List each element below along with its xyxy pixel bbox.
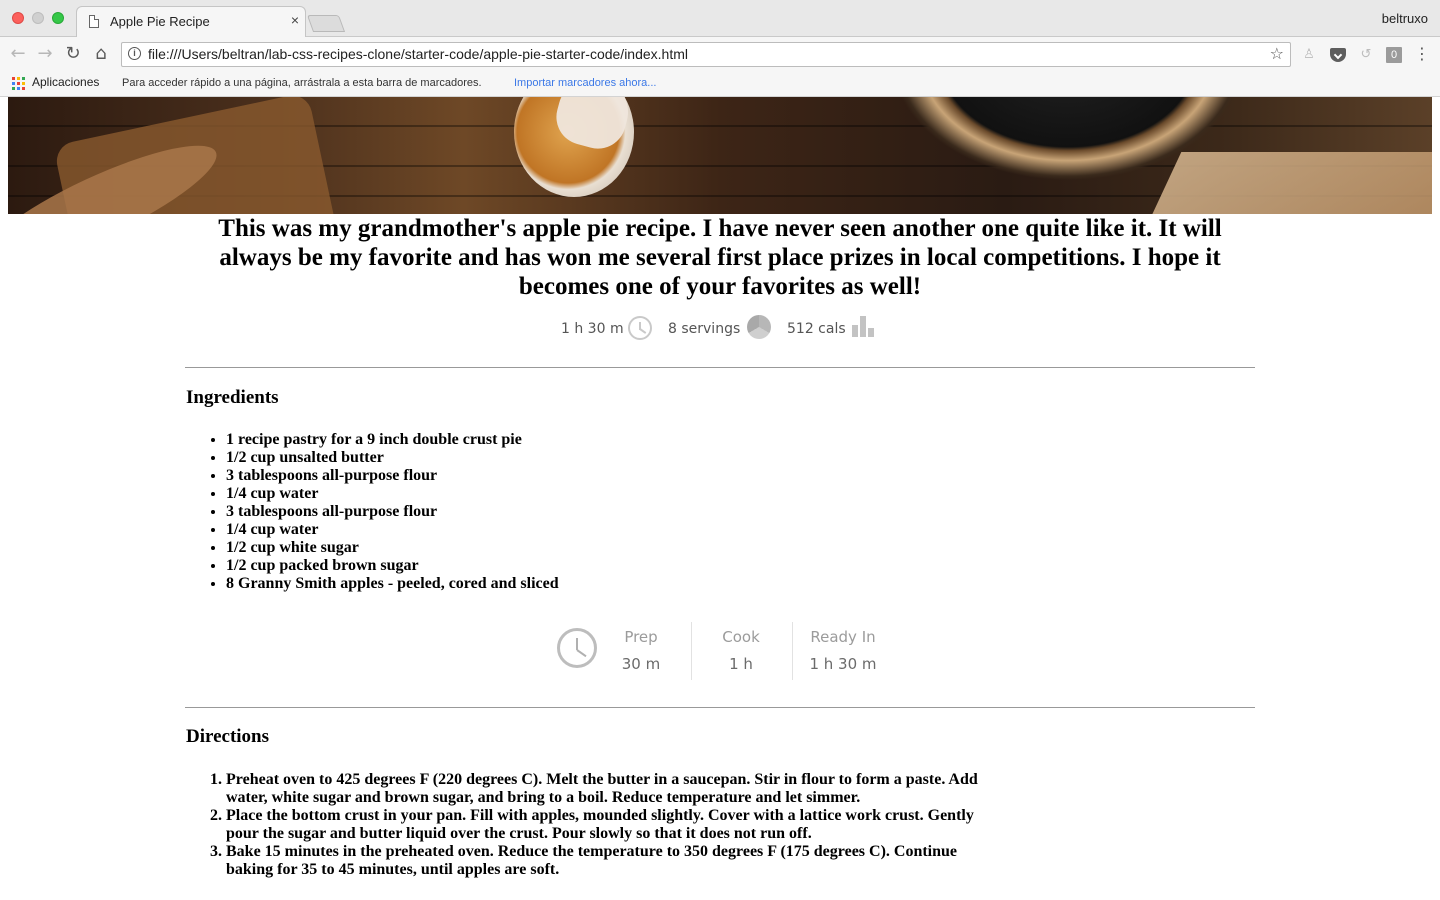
- ingredient-item: 1/2 cup white sugar: [226, 539, 559, 557]
- reload-icon[interactable]: ↻: [63, 44, 83, 64]
- browser-tab[interactable]: Apple Pie Recipe ×: [76, 6, 306, 37]
- document-icon: [89, 15, 99, 28]
- ingredient-item: 3 tablespoons all-purpose flour: [226, 467, 559, 485]
- recipe-times: Prep 30 m Cook 1 h Ready In 1 h 30 m: [555, 620, 895, 680]
- timer-clock-icon: [557, 628, 597, 668]
- meta-servings: 8 servings: [668, 321, 741, 337]
- cook-label: Cook: [722, 628, 760, 646]
- meta-time: 1 h 30 m: [561, 321, 624, 337]
- time-divider: [792, 622, 793, 680]
- prep-value: 30 m: [621, 655, 661, 673]
- info-icon[interactable]: i: [128, 47, 141, 60]
- url-text[interactable]: file:///Users/beltran/lab-css-recipes-cl…: [148, 46, 688, 62]
- sync-extension-icon[interactable]: ↺: [1358, 47, 1374, 63]
- extension-icon[interactable]: ♙: [1301, 47, 1317, 63]
- browser-toolbar: ← → ↻ ⌂ i file:///Users/beltran/lab-css-…: [0, 37, 1440, 72]
- clock-icon: [628, 316, 652, 340]
- import-bookmarks-link[interactable]: Importar marcadores ahora...: [514, 77, 656, 89]
- profile-name[interactable]: beltruxo: [1382, 11, 1428, 26]
- more-menu-icon[interactable]: ⋮: [1414, 45, 1430, 63]
- prep-label: Prep: [624, 628, 658, 646]
- directions-heading: Directions: [186, 726, 270, 747]
- tab-title: Apple Pie Recipe: [110, 14, 210, 29]
- time-divider: [691, 622, 692, 680]
- pocket-icon[interactable]: [1330, 48, 1346, 62]
- ready-value: 1 h 30 m: [809, 655, 877, 673]
- divider: [185, 367, 1255, 368]
- ready-label: Ready In: [810, 628, 876, 646]
- ingredient-item: 1/4 cup water: [226, 485, 559, 503]
- close-window-button[interactable]: [12, 12, 24, 24]
- apps-shortcut[interactable]: Aplicaciones: [32, 75, 99, 89]
- meta-calories: 512 cals: [787, 321, 846, 337]
- new-tab-button[interactable]: [306, 15, 346, 32]
- recipe-meta: 1 h 30 m 8 servings 512 cals: [0, 312, 1440, 344]
- recipe-intro: This was my grandmother's apple pie reci…: [218, 215, 1222, 300]
- servings-pie-icon: [747, 315, 771, 339]
- ingredients-heading: Ingredients: [186, 387, 279, 408]
- ingredient-item: 3 tablespoons all-purpose flour: [226, 503, 559, 521]
- direction-step: Bake 15 minutes in the preheated oven. R…: [226, 843, 986, 879]
- ingredient-item: 1/4 cup water: [226, 521, 559, 539]
- calories-bars-icon: [852, 315, 876, 337]
- minimize-window-button[interactable]: [32, 12, 44, 24]
- directions-list: Preheat oven to 425 degrees F (220 degre…: [186, 771, 986, 879]
- forward-arrow-icon[interactable]: →: [35, 44, 55, 64]
- browser-titlebar: Apple Pie Recipe × beltruxo: [0, 0, 1440, 37]
- back-arrow-icon[interactable]: ←: [8, 44, 28, 64]
- counter-extension-icon[interactable]: 0: [1386, 47, 1402, 63]
- ready-time: Ready In 1 h 30 m: [805, 620, 881, 680]
- bookmarks-hint: Para acceder rápido a una página, arrást…: [122, 77, 482, 89]
- close-tab-icon[interactable]: ×: [291, 12, 299, 28]
- ingredient-item: 1/2 cup packed brown sugar: [226, 557, 559, 575]
- ingredient-item: 1 recipe pastry for a 9 inch double crus…: [226, 431, 559, 449]
- bookmark-star-icon[interactable]: ☆: [1270, 44, 1284, 63]
- cook-time: Cook 1 h: [713, 620, 769, 680]
- hero-image: [8, 97, 1432, 214]
- ingredients-list: 1 recipe pastry for a 9 inch double crus…: [186, 431, 559, 593]
- cook-value: 1 h: [729, 655, 753, 673]
- ingredient-item: 8 Granny Smith apples - peeled, cored an…: [226, 575, 559, 593]
- divider: [185, 707, 1255, 708]
- home-icon[interactable]: ⌂: [91, 44, 111, 64]
- apps-grid-icon[interactable]: [12, 77, 25, 90]
- zoom-window-button[interactable]: [52, 12, 64, 24]
- direction-step: Preheat oven to 425 degrees F (220 degre…: [226, 771, 986, 807]
- prep-time: Prep 30 m: [613, 620, 669, 680]
- direction-step: Place the bottom crust in your pan. Fill…: [226, 807, 986, 843]
- ingredient-item: 1/2 cup unsalted butter: [226, 449, 559, 467]
- address-bar[interactable]: i file:///Users/beltran/lab-css-recipes-…: [121, 42, 1291, 67]
- bookmarks-bar: Aplicaciones Para acceder rápido a una p…: [0, 72, 1440, 97]
